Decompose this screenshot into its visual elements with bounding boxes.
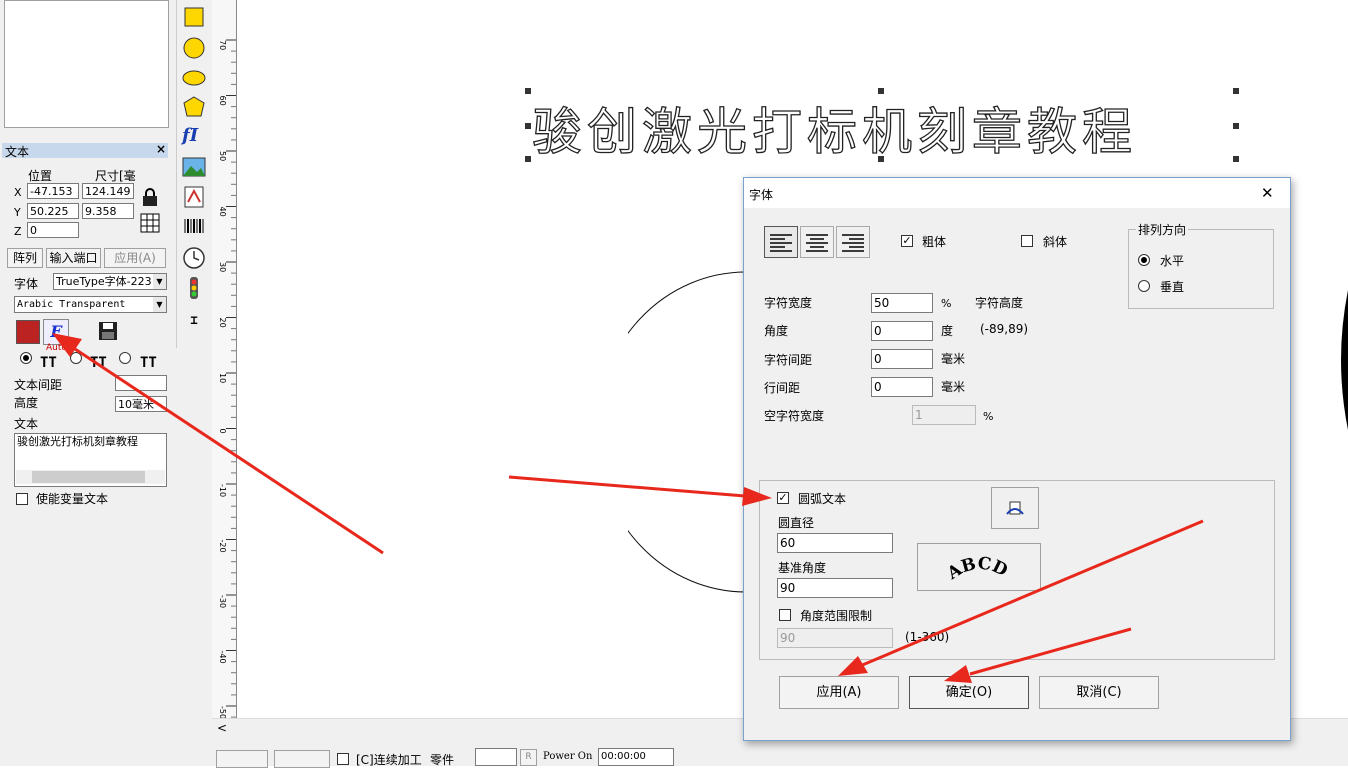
arrow-head xyxy=(742,487,772,506)
arrow-head xyxy=(52,333,82,357)
arrow-to-apply xyxy=(859,519,1204,668)
arrow-head xyxy=(944,665,972,683)
annotation-arrows xyxy=(52,333,1204,683)
arrow-head xyxy=(838,656,868,676)
arrow-to-ok xyxy=(969,627,1132,676)
arrow-to-font-button xyxy=(71,345,384,555)
arrow-to-arc-checkbox xyxy=(508,475,746,498)
